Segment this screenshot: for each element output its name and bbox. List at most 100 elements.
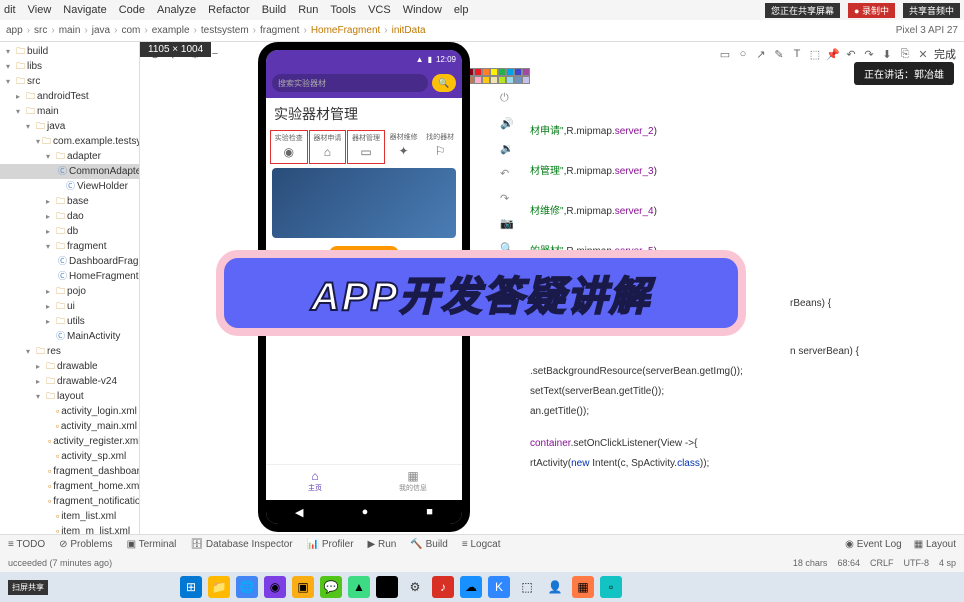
undo-icon[interactable]: ↶ bbox=[844, 47, 858, 61]
phone-banner-image[interactable] bbox=[272, 168, 456, 238]
tree-item-fragment[interactable]: ▾🗀fragment bbox=[0, 239, 139, 254]
bc-fragment[interactable]: fragment bbox=[260, 25, 299, 36]
taskbar-app3-icon[interactable]: K bbox=[488, 576, 510, 598]
tree-item-build[interactable]: ▾🗀build bbox=[0, 44, 139, 59]
tree-item-com-example-testsystem[interactable]: ▾🗀com.example.testsystem bbox=[0, 134, 139, 149]
tab-logcat[interactable]: ≡ Logcat bbox=[462, 539, 501, 550]
tree-item-db[interactable]: ▸🗀db bbox=[0, 224, 139, 239]
color-swatch[interactable] bbox=[474, 76, 482, 84]
tree-item-pojo[interactable]: ▸🗀pojo bbox=[0, 284, 139, 299]
taskbar-netease-icon[interactable]: ♪ bbox=[432, 576, 454, 598]
camera-icon[interactable]: 📷 bbox=[500, 217, 514, 230]
rotate-right-icon[interactable]: ↷ bbox=[500, 192, 514, 205]
tree-item-viewholder[interactable]: ⒸViewHolder bbox=[0, 179, 139, 194]
menu-tools[interactable]: Tools bbox=[330, 4, 356, 16]
tab-event-log[interactable]: ◉ Event Log bbox=[845, 539, 902, 550]
menu-help[interactable]: elp bbox=[454, 4, 469, 16]
text-tool-icon[interactable]: T bbox=[790, 47, 804, 61]
select-tool-icon[interactable]: ⬚ bbox=[808, 47, 822, 61]
tree-item-drawable[interactable]: ▸🗀drawable bbox=[0, 359, 139, 374]
tree-item-libs[interactable]: ▾🗀libs bbox=[0, 59, 139, 74]
circle-tool-icon[interactable]: ○ bbox=[736, 47, 750, 61]
tree-item-fragment-home-xml[interactable]: ▫fragment_home.xml bbox=[0, 479, 139, 494]
bc-example[interactable]: example bbox=[152, 25, 190, 36]
tree-item-java[interactable]: ▾🗀java bbox=[0, 119, 139, 134]
color-swatch[interactable] bbox=[498, 68, 506, 76]
status-encoding[interactable]: UTF-8 bbox=[903, 558, 929, 568]
menu-vcs[interactable]: VCS bbox=[368, 4, 391, 16]
done-button[interactable]: 完成 bbox=[934, 46, 956, 62]
menu-run[interactable]: Run bbox=[298, 4, 318, 16]
search-button[interactable]: 🔍 bbox=[432, 74, 456, 92]
back-icon[interactable]: ◀ bbox=[295, 506, 303, 519]
menu-view[interactable]: View bbox=[28, 4, 52, 16]
color-swatch[interactable] bbox=[522, 76, 530, 84]
pin-tool-icon[interactable]: 📌 bbox=[826, 47, 840, 61]
tree-item-androidtest[interactable]: ▸🗀androidTest bbox=[0, 89, 139, 104]
color-swatch[interactable] bbox=[474, 68, 482, 76]
taskbar-wechat-icon[interactable]: 💬 bbox=[320, 576, 342, 598]
tree-item-activity-login-xml[interactable]: ▫activity_login.xml bbox=[0, 404, 139, 419]
taskbar-avatar-icon[interactable]: 👤 bbox=[544, 576, 566, 598]
color-swatch[interactable] bbox=[498, 76, 506, 84]
tree-item-fragment-dashboard-xml[interactable]: ▫fragment_dashboard.xml bbox=[0, 464, 139, 479]
volume-down-icon[interactable]: 🔉 bbox=[500, 142, 514, 155]
color-swatch[interactable] bbox=[514, 76, 522, 84]
device-selector[interactable]: Pixel 3 API 27 bbox=[896, 25, 958, 36]
status-line-sep[interactable]: CRLF bbox=[870, 558, 894, 568]
tab-db-inspector[interactable]: 🗄 Database Inspector bbox=[190, 539, 292, 550]
bc-java[interactable]: java bbox=[92, 25, 110, 36]
close-icon[interactable]: ✕ bbox=[916, 47, 930, 61]
color-swatch[interactable] bbox=[482, 76, 490, 84]
taskbar-windows-icon[interactable]: ⊞ bbox=[180, 576, 202, 598]
tree-item-ui[interactable]: ▸🗀ui bbox=[0, 299, 139, 314]
search-input[interactable]: 搜索实验器材 bbox=[272, 74, 428, 92]
color-swatch[interactable] bbox=[514, 68, 522, 76]
tree-item-fragment-notifications-xml[interactable]: ▫fragment_notifications.xml bbox=[0, 494, 139, 509]
color-swatch[interactable] bbox=[522, 68, 530, 76]
arrow-tool-icon[interactable]: ↗ bbox=[754, 47, 768, 61]
tree-item-activity-sp-xml[interactable]: ▫activity_sp.xml bbox=[0, 449, 139, 464]
taskbar-terminal-icon[interactable]: ▪ bbox=[376, 576, 398, 598]
tree-item-item-m-list-xml[interactable]: ▫item_m_list.xml bbox=[0, 524, 139, 534]
tab-problems[interactable]: ⊘ Problems bbox=[59, 539, 112, 550]
status-indent[interactable]: 4 sp bbox=[939, 558, 956, 568]
menu-navigate[interactable]: Navigate bbox=[63, 4, 106, 16]
tree-item-item-list-xml[interactable]: ▫item_list.xml bbox=[0, 509, 139, 524]
taskbar-chrome-icon[interactable]: 🌐 bbox=[236, 576, 258, 598]
bc-testsystem[interactable]: testsystem bbox=[201, 25, 249, 36]
power-icon[interactable]: ⏻ bbox=[500, 92, 514, 105]
taskbar-eclipse-icon[interactable]: ◉ bbox=[264, 576, 286, 598]
taskbar-app1-icon[interactable]: ▣ bbox=[292, 576, 314, 598]
rect-tool-icon[interactable]: ▭ bbox=[718, 47, 732, 61]
phone-nav-主页[interactable]: ⌂主页 bbox=[266, 465, 364, 500]
taskbar-app2-icon[interactable]: ☁ bbox=[460, 576, 482, 598]
bc-initdata[interactable]: initData bbox=[392, 25, 426, 36]
tree-item-mainactivity[interactable]: ⒸMainActivity bbox=[0, 329, 139, 344]
home-icon[interactable]: ● bbox=[362, 506, 369, 518]
pen-tool-icon[interactable]: ✎ bbox=[772, 47, 786, 61]
volume-up-icon[interactable]: 🔊 bbox=[500, 117, 514, 130]
taskbar-app4-icon[interactable]: ⬚ bbox=[516, 576, 538, 598]
tree-item-homefragment[interactable]: ⒸHomeFragment bbox=[0, 269, 139, 284]
bc-homefragment[interactable]: HomeFragment bbox=[311, 25, 380, 36]
bc-app[interactable]: app bbox=[6, 25, 23, 36]
copy-icon[interactable]: ⎘ bbox=[898, 47, 912, 61]
color-swatch[interactable] bbox=[490, 76, 498, 84]
phone-tab-找的器材[interactable]: 找的器材⚐ bbox=[422, 130, 458, 164]
tree-item-adapter[interactable]: ▾🗀adapter bbox=[0, 149, 139, 164]
tree-item-dao[interactable]: ▸🗀dao bbox=[0, 209, 139, 224]
tab-build[interactable]: 🔨 Build bbox=[410, 539, 447, 550]
menu-refactor[interactable]: Refactor bbox=[208, 4, 250, 16]
phone-nav-我的信息[interactable]: ▦我的信息 bbox=[364, 465, 462, 500]
tree-item-utils[interactable]: ▸🗀utils bbox=[0, 314, 139, 329]
taskbar-explorer-icon[interactable]: 📁 bbox=[208, 576, 230, 598]
tree-item-dashboardfragment[interactable]: ⒸDashboardFragment bbox=[0, 254, 139, 269]
tree-item-res[interactable]: ▾🗀res bbox=[0, 344, 139, 359]
tab-profiler[interactable]: 📊 Profiler bbox=[307, 539, 354, 550]
recent-icon[interactable]: ■ bbox=[426, 506, 433, 518]
tree-item-main[interactable]: ▾🗀main bbox=[0, 104, 139, 119]
taskbar-app5-icon[interactable]: ▦ bbox=[572, 576, 594, 598]
redo-icon[interactable]: ↷ bbox=[862, 47, 876, 61]
menu-code[interactable]: Code bbox=[119, 4, 145, 16]
